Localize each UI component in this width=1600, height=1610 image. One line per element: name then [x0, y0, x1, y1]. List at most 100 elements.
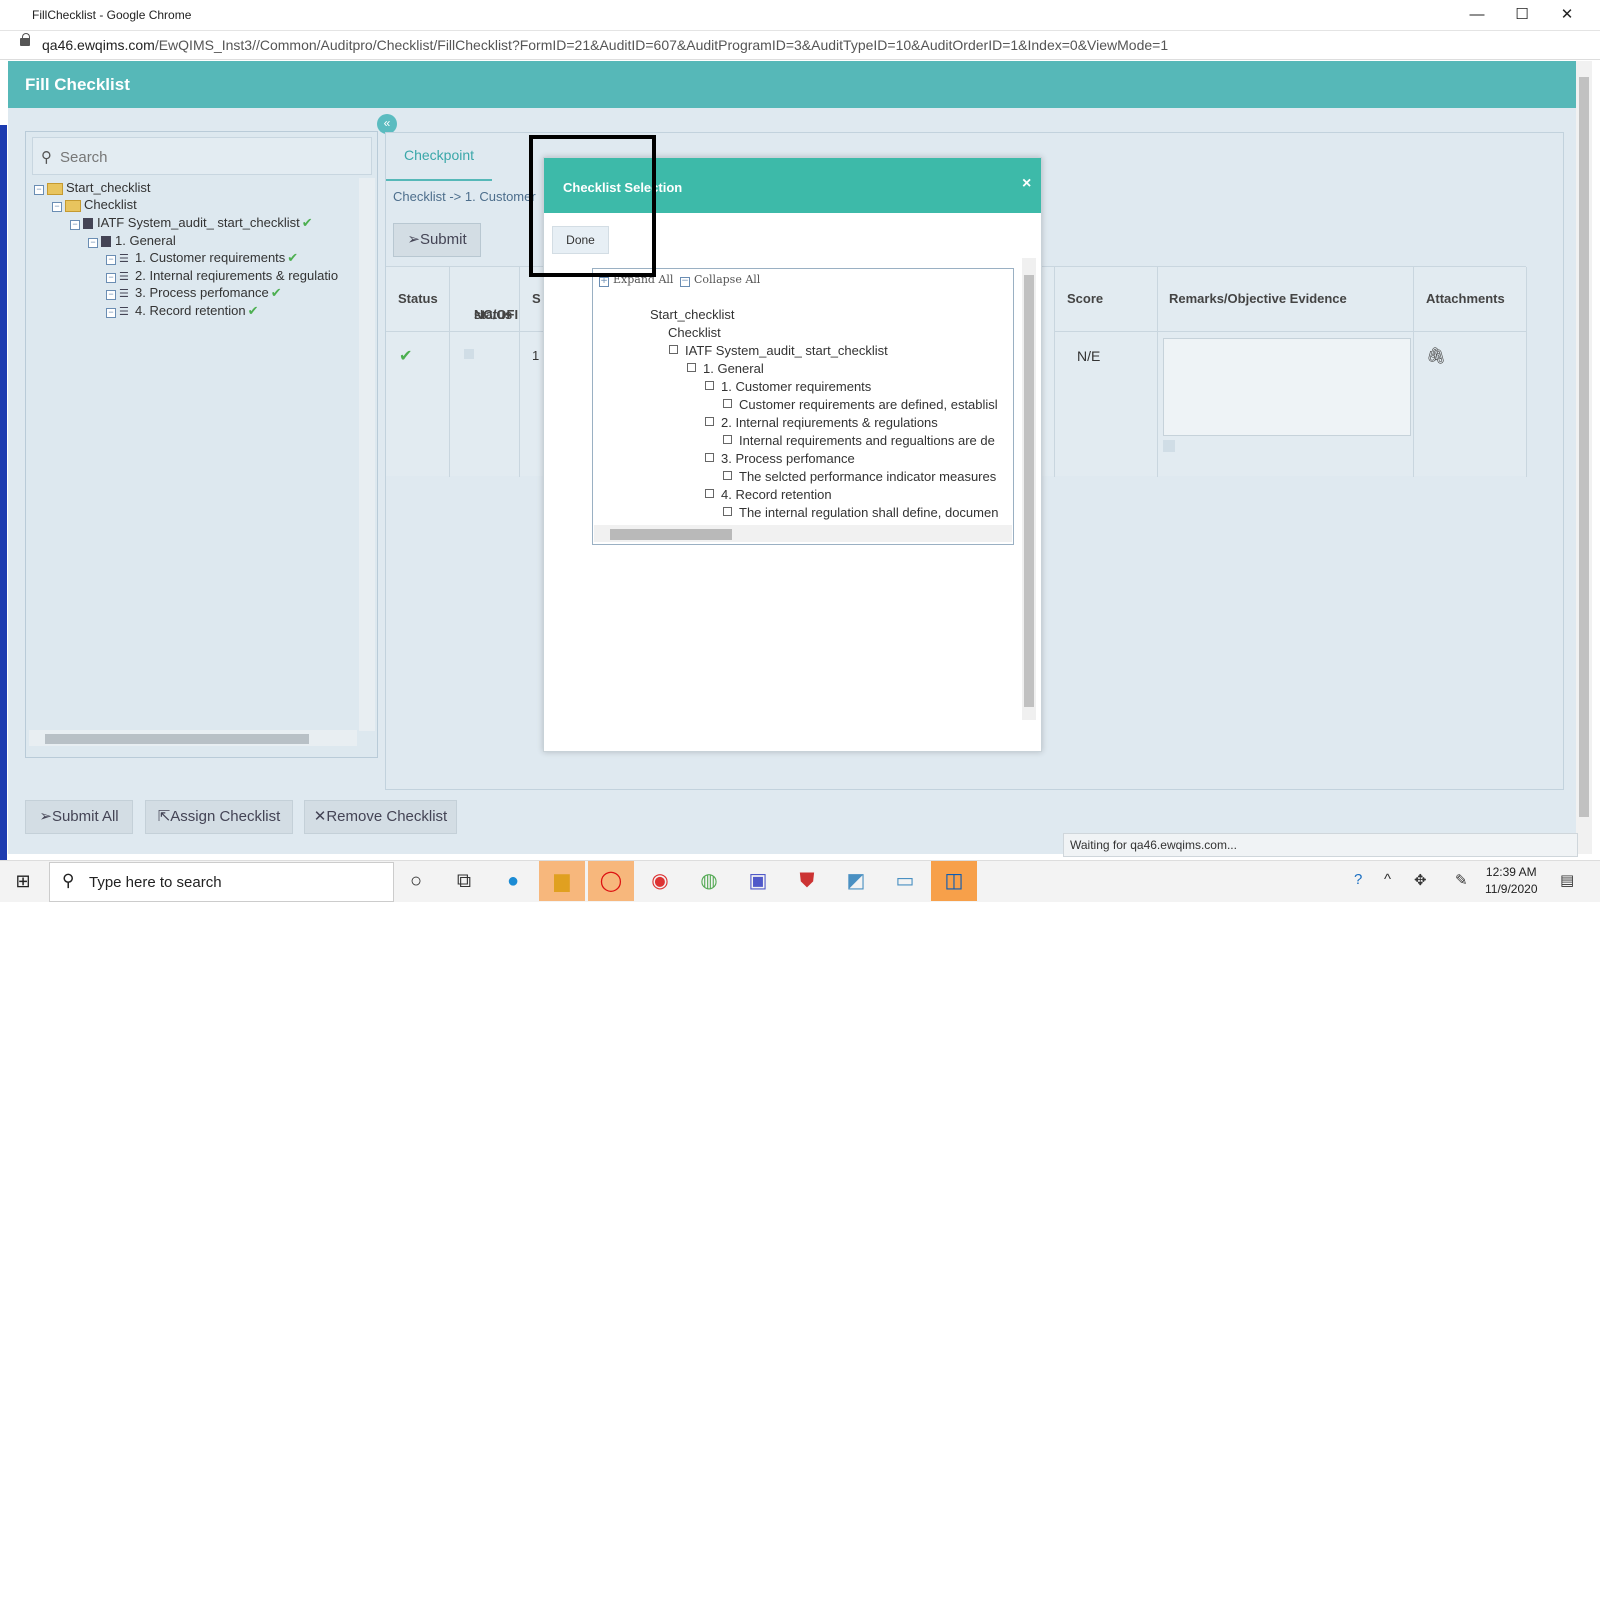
teams-icon[interactable]: ▣: [735, 861, 781, 901]
collapse-node-icon: −: [106, 255, 116, 265]
maximize-button[interactable]: ☐: [1504, 4, 1540, 26]
modal-tree-node[interactable]: Start_checklist: [650, 306, 735, 324]
share-icon: ⇱: [157, 808, 171, 825]
paperclip-icon[interactable]: 🖇: [1426, 346, 1446, 366]
chevron-up-icon[interactable]: ^: [1384, 871, 1391, 888]
breadcrumb: Checklist -> 1. Customer: [393, 189, 536, 204]
collapse-panel-icon[interactable]: «: [377, 114, 397, 134]
check-icon: ✔: [270, 285, 282, 300]
url-text[interactable]: qa46.ewqims.com/EwQIMS_Inst3//Common/Aud…: [42, 37, 1168, 53]
tree-node-customer-requirements[interactable]: − ☰ 1. Customer requirements ✔: [106, 249, 298, 267]
modal-tree-leaf[interactable]: The selcted performance indicator measur…: [723, 468, 996, 486]
remarks-checkbox[interactable]: [1163, 440, 1175, 452]
modal-tree-node[interactable]: 1. Customer requirements: [705, 378, 871, 396]
remarks-textarea[interactable]: [1163, 338, 1411, 436]
expand-icon: +: [599, 276, 609, 287]
modal-tree-node[interactable]: 1. General: [687, 360, 764, 378]
modal-tree-node[interactable]: Checklist: [668, 324, 721, 342]
utorrent-icon[interactable]: ◍: [686, 861, 732, 901]
search-icon: ⚲: [62, 871, 75, 890]
lock-icon: [20, 33, 30, 46]
remove-checklist-button[interactable]: ✕Remove Checklist: [304, 800, 457, 834]
nc-ofi-checkbox[interactable]: [464, 349, 474, 359]
address-bar[interactable]: qa46.ewqims.com/EwQIMS_Inst3//Common/Aud…: [0, 31, 1600, 60]
page-header: Fill Checklist: [8, 61, 1576, 108]
submit-button[interactable]: ➢Submit: [393, 223, 481, 257]
status-cell: ✔: [386, 331, 450, 477]
tree-node-checklist[interactable]: − Checklist: [52, 196, 137, 214]
modal-close-icon[interactable]: ×: [1022, 175, 1031, 193]
page-title: Fill Checklist: [25, 75, 130, 94]
chrome-icon[interactable]: ◉: [637, 861, 683, 901]
file-explorer-icon[interactable]: ▆: [539, 861, 585, 901]
close-icon: ✕: [313, 808, 327, 825]
check-icon: ✔: [399, 348, 413, 365]
modal-tree-node[interactable]: 2. Internal reqiurements & regulations: [705, 414, 938, 432]
help-icon[interactable]: ?: [1354, 871, 1362, 888]
modal-tree-leaf[interactable]: Customer requirements are defined, estab…: [723, 396, 998, 414]
tree-search-input[interactable]: ⚲ Search: [32, 137, 372, 175]
modal-tree-node[interactable]: 4. Record retention: [705, 486, 832, 504]
app-icon[interactable]: ▭: [882, 861, 928, 901]
tree-node-general[interactable]: −1. General: [88, 232, 176, 250]
checklist-selection-tree: + Expand All − Collapse All Start_checklis…: [592, 268, 1014, 545]
notification-icon[interactable]: ▤: [1560, 871, 1574, 889]
tree-checkbox: [723, 507, 732, 516]
modal-tree-leaf[interactable]: The internal regulation shall define, do…: [723, 504, 998, 522]
submit-all-button[interactable]: ➢Submit All: [25, 800, 133, 834]
modal-tree-node[interactable]: IATF System_audit_ start_checklist: [669, 342, 888, 360]
task-view-icon[interactable]: ⧉: [441, 861, 487, 901]
tree-checkbox: [723, 435, 732, 444]
taskbar-clock[interactable]: 12:39 AM 11/9/2020: [1485, 864, 1538, 898]
modal-tree-node[interactable]: 3. Process perfomance: [705, 450, 855, 468]
page-scrollbar-thumb[interactable]: [1579, 77, 1589, 817]
tree-horizontal-scrollbar[interactable]: [29, 730, 357, 746]
search-icon: ⚲: [41, 149, 52, 166]
tree-node-start-checklist[interactable]: − Start_checklist: [34, 179, 151, 197]
col-header-score: Score: [1054, 267, 1158, 331]
checklist-tree-panel: ⚲ Search − Start_checklist − Checklist − IA…: [25, 131, 378, 758]
shield-app-icon[interactable]: ⛊: [784, 861, 830, 901]
table-vertical-scrollbar[interactable]: [1529, 266, 1545, 771]
cortana-icon[interactable]: ○: [393, 861, 439, 901]
list-icon: ☰: [119, 288, 129, 300]
collapse-node-icon: −: [106, 308, 116, 318]
pen-icon[interactable]: ✎: [1455, 871, 1468, 889]
folder-icon: [47, 182, 63, 195]
tree-vertical-scrollbar[interactable]: [359, 178, 375, 731]
check-icon: ✔: [287, 250, 299, 265]
score-cell: N/E: [1054, 331, 1158, 477]
tree-checkbox: [687, 363, 696, 372]
tab-checkpoint[interactable]: Checkpoint: [386, 133, 492, 181]
modal-vertical-scrollbar[interactable]: [1022, 258, 1036, 720]
minimize-button[interactable]: —: [1459, 4, 1495, 26]
taskbar-search-input[interactable]: ⚲ Type here to search: [49, 862, 394, 902]
collapse-node-icon: −: [52, 202, 62, 212]
close-window-button[interactable]: ✕: [1549, 4, 1585, 26]
tree-checkbox: [723, 471, 732, 480]
list-icon: ☰: [119, 253, 129, 265]
assign-checklist-button[interactable]: ⇱Assign Checklist: [145, 800, 293, 834]
collapse-node-icon: −: [106, 290, 116, 300]
check-icon: ✔: [247, 303, 259, 318]
tree-node-record-retention[interactable]: − ☰ 4. Record retention ✔: [106, 302, 258, 320]
collapse-node-icon: −: [88, 238, 98, 248]
tree-checkbox: [705, 489, 714, 498]
tree-node-iatf[interactable]: − IATF System_audit_ start_checklist ✔: [70, 214, 313, 232]
collapse-all-link[interactable]: − Collapse All: [680, 271, 760, 289]
page-scrollbar[interactable]: [1576, 61, 1592, 854]
scrollbar-thumb[interactable]: [610, 529, 732, 540]
windows-start-icon[interactable]: ⊞: [0, 861, 46, 901]
modal-tree-leaf[interactable]: Internal requirements and regualtions ar…: [723, 432, 995, 450]
collapse-icon: −: [680, 276, 690, 287]
edge-icon[interactable]: ●: [490, 861, 536, 901]
dropbox-icon[interactable]: ✥: [1414, 871, 1427, 889]
tree-node-process-perfomance[interactable]: − ☰ 3. Process perfomance ✔: [106, 284, 282, 302]
outlook-icon[interactable]: ◫: [931, 861, 977, 901]
modal-tree-horizontal-scrollbar[interactable]: [594, 525, 1012, 542]
scrollbar-thumb[interactable]: [1024, 275, 1034, 707]
scrollbar-thumb[interactable]: [45, 734, 309, 744]
opera-icon[interactable]: ◯: [588, 861, 634, 901]
tree-node-internal-requirements[interactable]: − ☰ 2. Internal reqiurements & regulatio: [106, 267, 338, 285]
app-icon[interactable]: ◩: [833, 861, 879, 901]
